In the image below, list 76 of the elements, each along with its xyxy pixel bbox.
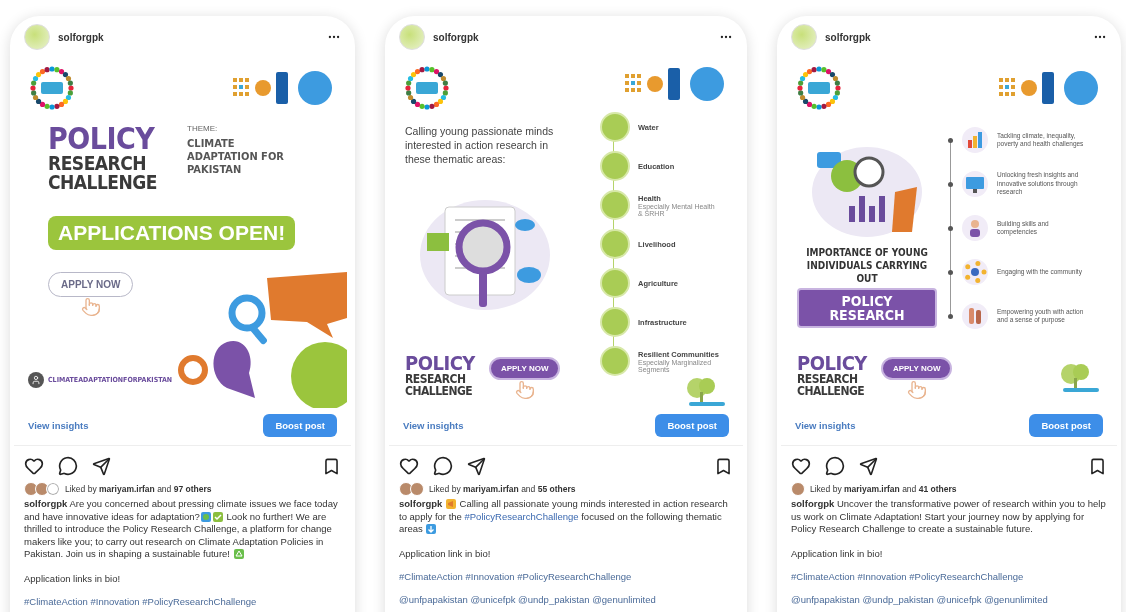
comment-icon[interactable]	[433, 456, 453, 476]
applications-banner: APPLICATIONS OPEN!	[48, 216, 296, 250]
theme-text: CLIMATE ADAPTATION FOR PAKISTAN	[187, 137, 285, 177]
heart-icon[interactable]	[24, 456, 44, 476]
caption-line: Application link in bio!	[790, 547, 884, 559]
user-icon	[28, 372, 44, 388]
challenge-title: CHALLENGE	[48, 173, 158, 192]
importance-heading: IMPORTANCE OF YOUNG INDIVIDUALS CARRYING OUT	[805, 246, 929, 285]
liker-avatar	[399, 482, 413, 496]
boost-post-button[interactable]: Boost post	[655, 414, 729, 437]
challenge-title: POLICY	[405, 353, 475, 373]
caption-line: Application links in bio!	[23, 572, 122, 584]
pointing-hand-icon	[906, 380, 927, 400]
bookmark-icon[interactable]	[322, 456, 341, 476]
challenge-title: POLICY	[48, 124, 156, 154]
theme-label: THEME:	[187, 124, 219, 133]
liked-by-text[interactable]: Liked by mariyam.irfan and 55 others	[429, 484, 576, 494]
chart-icon	[961, 126, 989, 154]
apply-now-button[interactable]: APPLY NOW	[48, 272, 134, 297]
bookmark-icon[interactable]	[714, 456, 733, 476]
username[interactable]: solforgpk	[58, 31, 319, 43]
liker-avatar	[410, 482, 424, 496]
down-arrow-icon	[426, 524, 437, 535]
view-insights-link[interactable]: View insights	[403, 420, 464, 431]
person-icon	[961, 214, 989, 242]
view-insights-link[interactable]: View insights	[28, 420, 89, 431]
comment-icon[interactable]	[58, 456, 78, 476]
challenge-title: RESEARCH	[48, 154, 148, 173]
hashtags-text: @unfpapakistan @unicefpk @undp_pakistan @genunlimited	[398, 593, 657, 605]
heart-icon[interactable]	[791, 456, 811, 476]
pointing-hand-icon	[80, 297, 101, 317]
username[interactable]: solforgpk	[433, 31, 711, 43]
boost-post-button[interactable]: Boost post	[263, 414, 337, 437]
circle-logo-icon	[797, 66, 841, 110]
hashtag-link[interactable]: #PolicyResearchChallenge	[464, 510, 579, 522]
apply-now-button[interactable]: APPLY NOW	[488, 357, 561, 380]
send-icon[interactable]	[467, 456, 486, 476]
challenge-title: CHALLENGE	[405, 385, 474, 397]
caption-text: solforgpk Uncover the transformative power of research within you to help us work on Climate Adaptation! Start your journey now by applying for Policy Research Challenge to create a sustainable future.	[790, 498, 1107, 536]
challenge-title: POLICY	[797, 353, 867, 373]
boost-post-button[interactable]: Boost post	[1029, 414, 1103, 437]
recycle-icon	[233, 549, 244, 560]
megaphone-icon	[445, 499, 456, 509]
hashtags-text: @unfpapakistan @undp_pakistan @unicefpk @genunlimited	[790, 593, 1049, 605]
circle-logo-icon	[30, 66, 74, 110]
liker-avatar	[46, 482, 60, 496]
liker-avatar	[24, 482, 38, 496]
intro-text: Calling young passionate minds interested in action research in these thematic areas:	[405, 124, 555, 167]
challenge-title: CHALLENGE	[797, 385, 866, 397]
liker-avatar	[791, 482, 805, 496]
view-insights-link[interactable]: View insights	[795, 420, 856, 431]
network-icon	[961, 258, 989, 286]
caption-text: solforgpk Are you concerned about pressing climate issues we face today and have innovative ideas for adaptation? Look no further! We are thrilled to introduce the Policy Research Challenge, a platform for change makers like you; to carry out research on Climate Adaptation Policies in Pakistan. Join us in shaping a sustainable future!	[23, 498, 339, 561]
send-icon[interactable]	[859, 456, 878, 476]
send-icon[interactable]	[92, 456, 111, 476]
monitor-icon	[961, 170, 989, 198]
circle-logo-icon	[405, 66, 449, 110]
check-icon	[212, 511, 223, 522]
globe-icon	[200, 511, 211, 522]
caption-text: solforgpk Calling all passionate young minds interested in action research to apply for the #PolicyResearchChallenge focused on the following thematic areas	[398, 498, 729, 536]
username[interactable]: solforgpk	[825, 31, 1085, 43]
liked-by-text[interactable]: Liked by mariyam.irfan and 41 others	[810, 484, 957, 494]
caption-line: Application link in bio!	[398, 547, 492, 559]
apply-now-button[interactable]: APPLY NOW	[880, 357, 953, 380]
hashtags-text: #ClimateAction #Innovation #PolicyResearchChallenge	[398, 570, 633, 582]
hashtags-text: #ClimateAction #Innovation #PolicyResearchChallenge	[23, 595, 258, 607]
policy-research-label: POLICY RESEARCH	[797, 288, 937, 328]
liked-by-text[interactable]: Liked by mariyam.irfan and 97 others	[65, 484, 212, 494]
bookmark-icon[interactable]	[1088, 456, 1107, 476]
hashtags-text: #ClimateAction #Innovation #PolicyResearchChallenge	[790, 570, 1025, 582]
liker-avatar	[35, 482, 49, 496]
challenge-title: RESEARCH	[797, 373, 859, 385]
comment-icon[interactable]	[825, 456, 845, 476]
challenge-title: RESEARCH	[405, 373, 467, 385]
heart-icon[interactable]	[399, 456, 419, 476]
pointing-hand-icon	[514, 380, 535, 400]
